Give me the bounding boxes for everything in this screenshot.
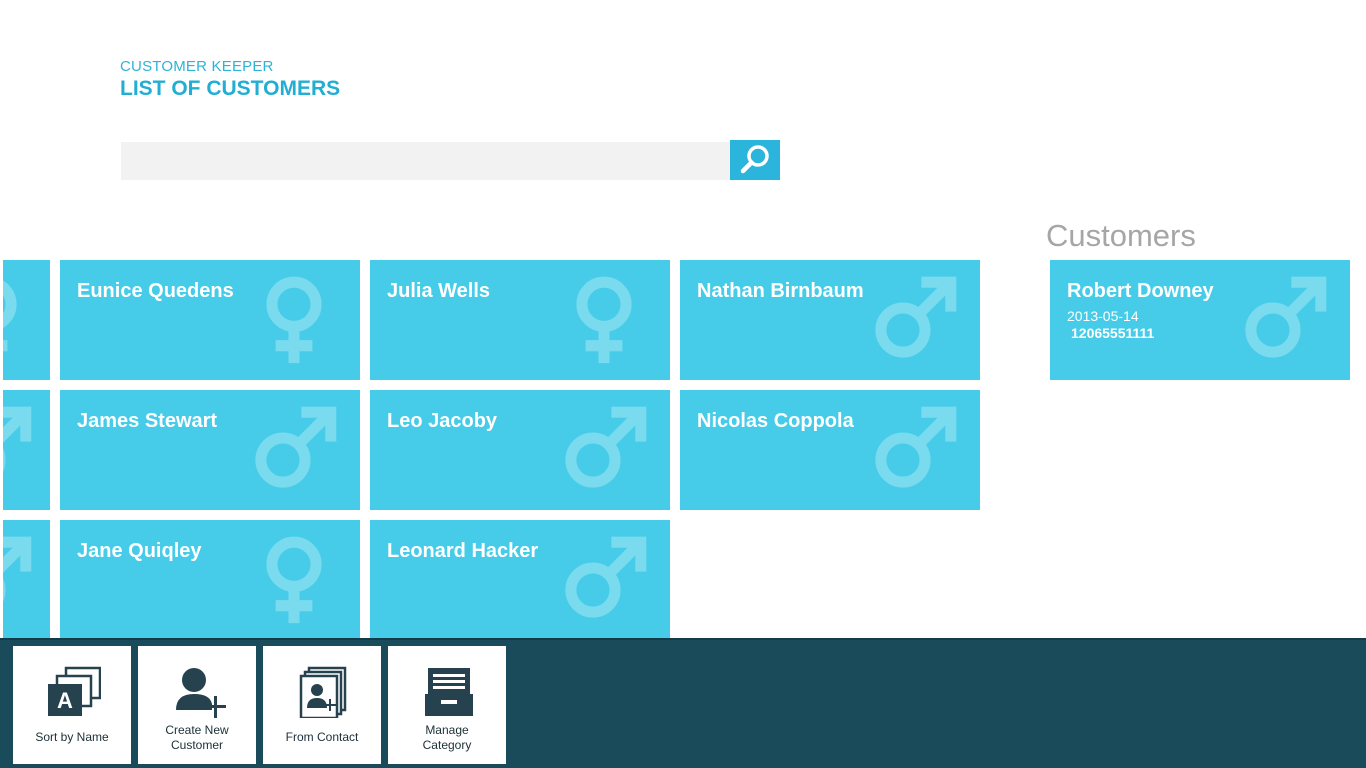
customer-tile[interactable]: Leo Jacoby	[370, 390, 670, 510]
customer-tile[interactable]: Nicolas Coppola	[680, 390, 980, 510]
male-icon	[875, 406, 957, 488]
customer-tile[interactable]: Leonard Hacker	[370, 520, 670, 640]
app-name: CUSTOMER KEEPER	[120, 58, 274, 75]
customer-tile[interactable]: Nathan Birnbaum	[680, 260, 980, 380]
customer-name: Nathan Birnbaum	[697, 280, 864, 302]
sort-by-name-button[interactable]: A Sort by Name	[13, 646, 131, 764]
group-header-customers[interactable]: Customers	[1046, 218, 1196, 254]
search-input[interactable]	[121, 142, 730, 180]
female-icon	[266, 276, 322, 364]
female-icon	[266, 536, 322, 624]
create-customer-icon	[176, 668, 226, 718]
label-line: Customer	[170, 738, 223, 752]
from-contact-icon	[299, 666, 347, 718]
customer-tile[interactable]: Robert Downey 2013-05-14 12065551111	[1050, 260, 1350, 380]
male-icon	[875, 276, 957, 358]
label-line: Category	[422, 738, 472, 752]
search-icon	[740, 145, 769, 174]
customer-tile[interactable]: Eunice Quedens	[60, 260, 360, 380]
male-icon	[565, 536, 647, 618]
customer-tile-partial[interactable]	[3, 520, 50, 640]
customer-name: Robert Downey	[1067, 280, 1214, 302]
male-icon	[3, 406, 32, 472]
customer-tile[interactable]: Julia Wells	[370, 260, 670, 380]
female-icon	[576, 276, 632, 364]
customer-tile[interactable]: James Stewart	[60, 390, 360, 510]
create-new-customer-button[interactable]: Create New Customer	[138, 646, 256, 764]
from-contact-button[interactable]: From Contact	[263, 646, 381, 764]
manage-category-icon	[425, 668, 473, 716]
svg-text:A: A	[57, 688, 73, 713]
manage-category-label: Manage Category	[388, 723, 506, 753]
male-icon	[565, 406, 647, 488]
app-bar: A Sort by Name Create New Customer From …	[0, 638, 1366, 768]
customer-name: Nicolas Coppola	[697, 410, 854, 432]
customer-date: 2013-05-14	[1067, 308, 1139, 324]
customer-name: Leo Jacoby	[387, 410, 498, 432]
label-line: Create New	[165, 723, 229, 737]
customer-name: James Stewart	[77, 410, 218, 432]
sort-by-name-label: Sort by Name	[35, 730, 109, 744]
male-icon	[1245, 276, 1327, 358]
customer-name: Jane Quiqley	[77, 540, 202, 562]
customer-tile-partial[interactable]	[3, 390, 50, 510]
customer-phone: 12065551111	[1071, 325, 1155, 341]
page-title: LIST OF CUSTOMERS	[120, 77, 341, 100]
customer-name: Julia Wells	[387, 280, 491, 302]
female-icon	[3, 280, 17, 352]
customer-name: Eunice Quedens	[77, 280, 234, 302]
manage-category-button[interactable]: Manage Category	[388, 646, 506, 764]
sort-by-name-icon: A	[48, 666, 101, 716]
customer-name: Leonard Hacker	[387, 540, 539, 562]
label-line: Manage	[425, 723, 469, 737]
create-new-customer-label: Create New Customer	[138, 723, 256, 753]
male-icon	[255, 406, 337, 488]
customer-tile-partial[interactable]	[3, 260, 50, 380]
customer-tile[interactable]: Jane Quiqley	[60, 520, 360, 640]
search-button[interactable]	[730, 140, 780, 180]
male-icon	[3, 536, 32, 602]
from-contact-label: From Contact	[285, 730, 359, 744]
